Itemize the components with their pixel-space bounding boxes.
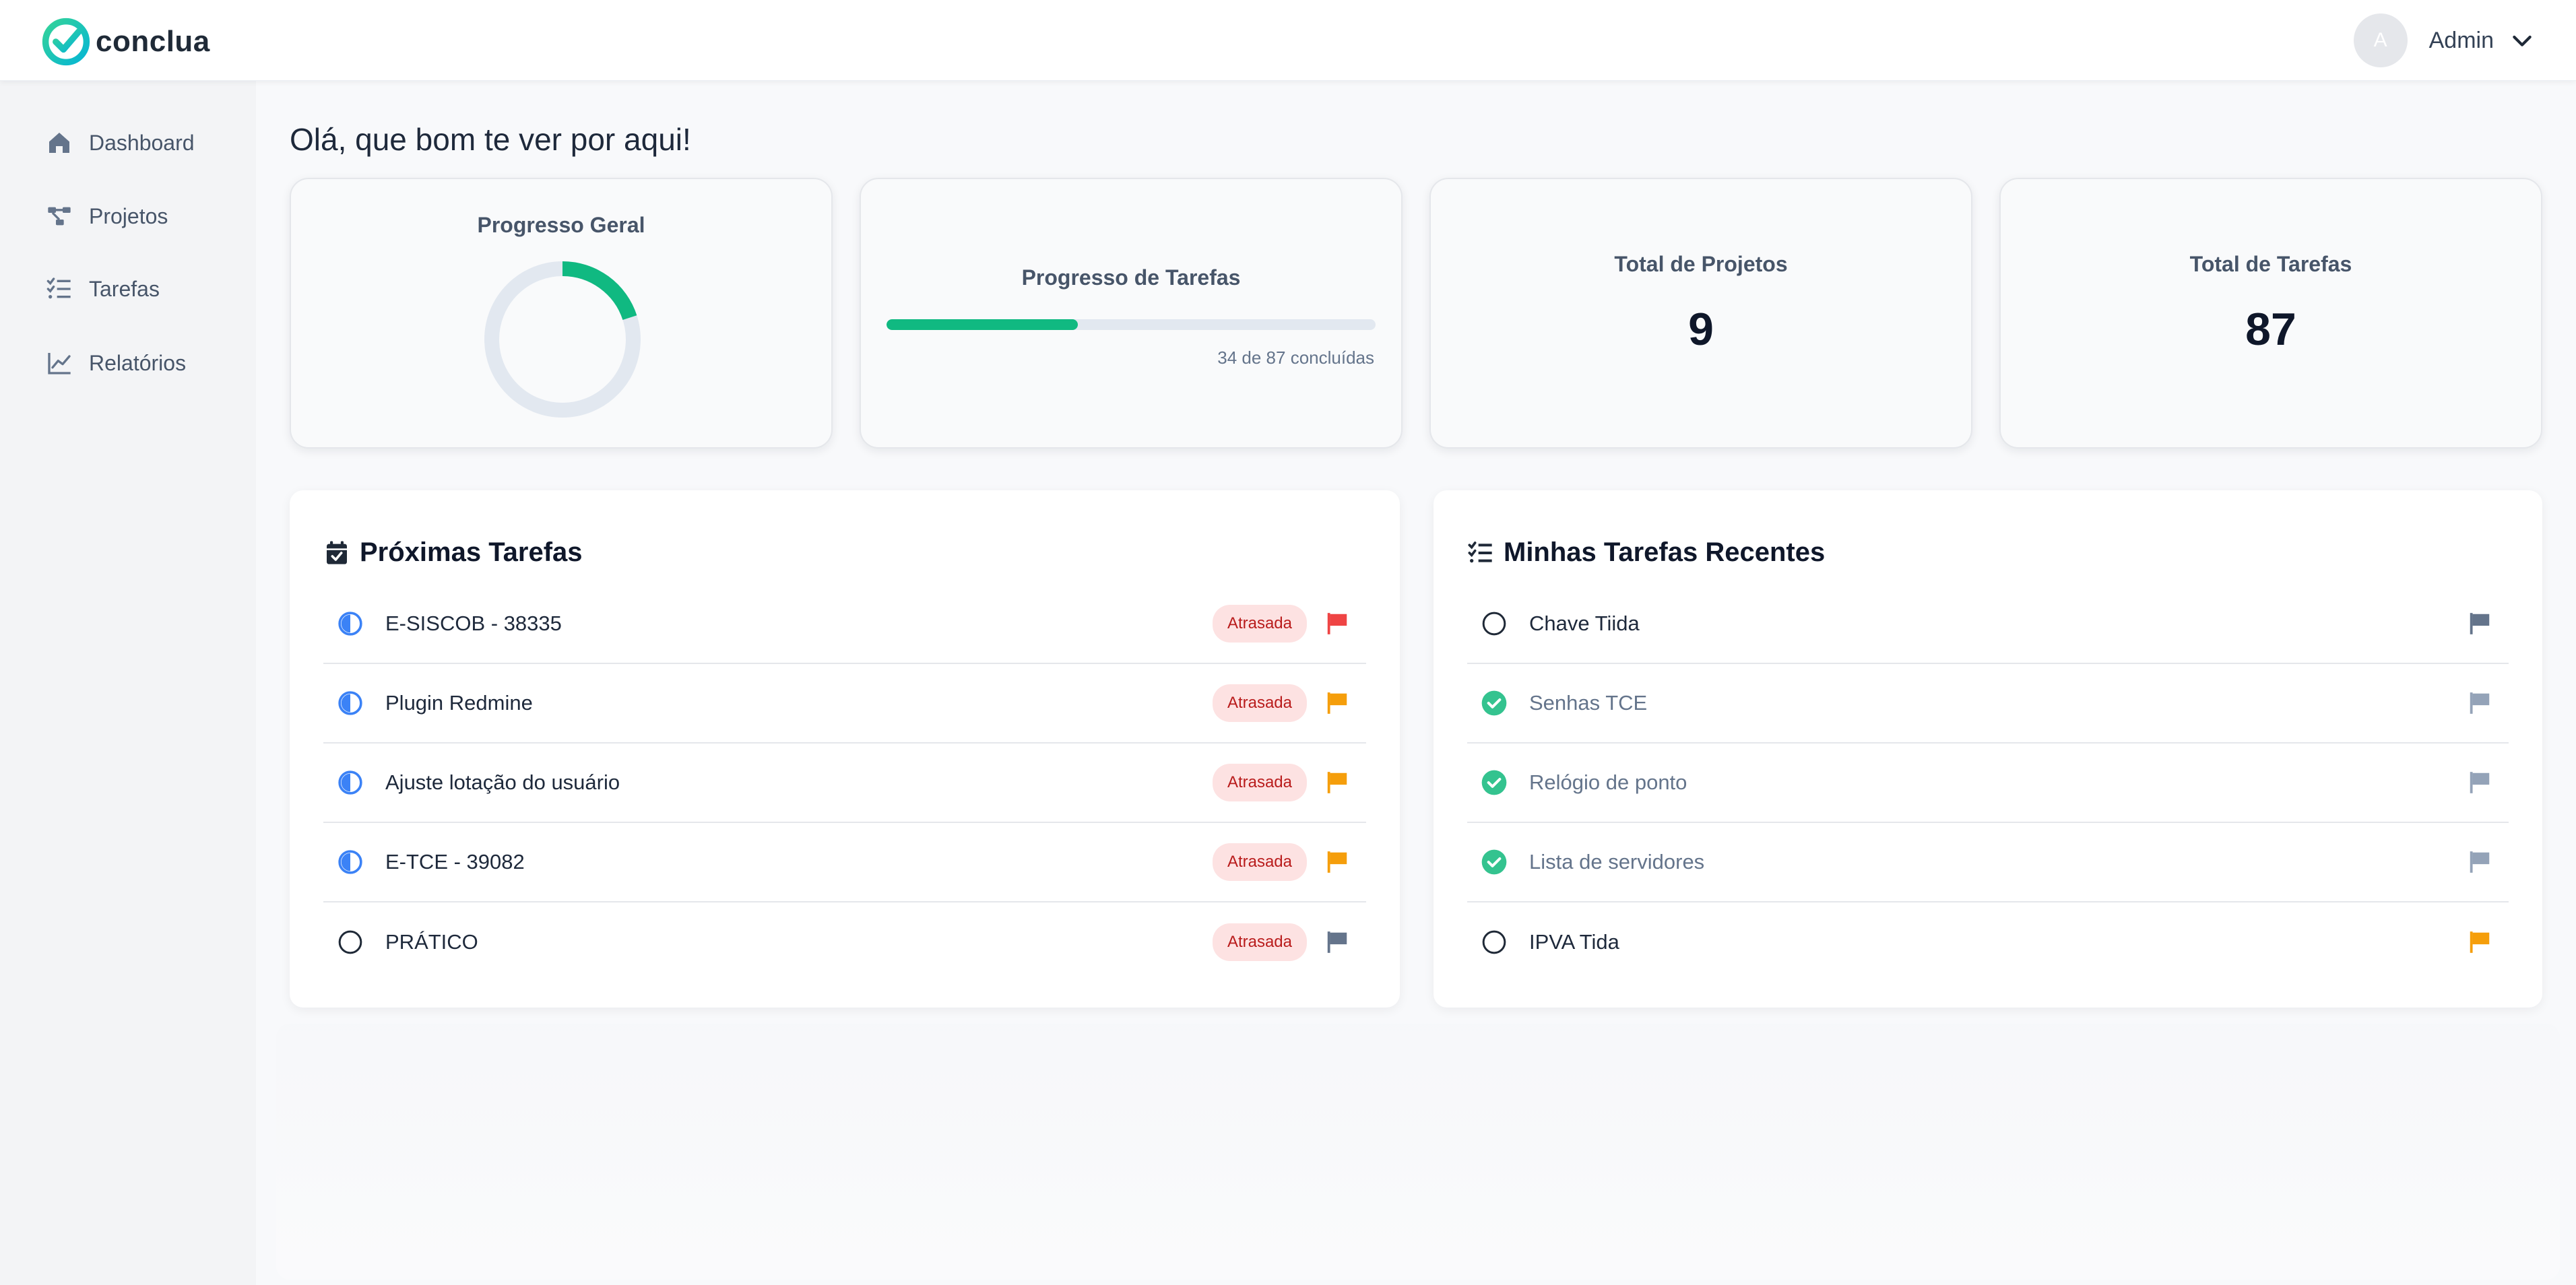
card-title: Total de Projetos (1614, 252, 1788, 276)
project-tree-icon (48, 207, 71, 226)
chevron-down-icon[interactable] (2509, 27, 2536, 54)
half-circle-status-icon[interactable] (337, 610, 364, 637)
card-title: Progresso Geral (477, 213, 645, 237)
user-menu[interactable]: A Admin (2353, 13, 2536, 67)
total-projects-value: 9 (1688, 304, 1714, 355)
check-circle-status-icon[interactable] (1481, 690, 1508, 717)
check-circle-status-icon[interactable] (1481, 849, 1508, 876)
task-label[interactable]: Plugin Redmine (385, 691, 1213, 715)
task-label[interactable]: Ajuste lotação do usuário (385, 770, 1213, 795)
line-chart-icon (48, 353, 71, 374)
progress-ring (484, 261, 641, 418)
panel-header: Próximas Tarefas (323, 537, 583, 568)
task-row[interactable]: E-TCE - 39082 Atrasada (323, 823, 1366, 902)
total-tasks-card: Total de Tarefas 87 (1999, 178, 2542, 449)
card-title: Total de Tarefas (2189, 252, 2352, 276)
list-check-icon (1468, 541, 1492, 562)
upcoming-tasks-panel: Próximas Tarefas E-SISCOB - 38335 Atrasad… (290, 490, 1400, 1008)
progress-count: 34 de 87 concluídas (1217, 348, 1374, 368)
half-circle-status-icon[interactable] (337, 849, 364, 876)
sidebar-item-label: Dashboard (89, 130, 195, 155)
flag-icon[interactable] (2467, 611, 2492, 636)
flag-icon[interactable] (1324, 929, 1350, 955)
task-row[interactable]: Plugin Redmine Atrasada (323, 664, 1366, 744)
empty-circle-status-icon[interactable] (1481, 929, 1508, 956)
sidebar-item-relatorios[interactable]: Relatórios (46, 343, 186, 383)
task-label[interactable]: Lista de servidores (1529, 850, 2467, 874)
task-label[interactable]: PRÁTICO (385, 930, 1213, 954)
flag-icon[interactable] (2467, 849, 2492, 875)
half-circle-status-icon[interactable] (337, 690, 364, 717)
task-label[interactable]: IPVA Tida (1529, 930, 2467, 954)
flag-icon[interactable] (2467, 929, 2492, 955)
task-progress-fill (887, 319, 1078, 330)
check-circle-icon (42, 18, 90, 66)
task-progress-card: Progresso de Tarefas 34 de 87 concluídas (860, 178, 1403, 449)
total-projects-card: Total de Projetos 9 (1429, 178, 1972, 449)
user-name[interactable]: Admin (2429, 28, 2494, 54)
task-label[interactable]: E-TCE - 39082 (385, 850, 1213, 874)
sidebar-item-label: Tarefas (89, 276, 160, 301)
task-row[interactable]: Senhas TCE (1467, 664, 2509, 744)
overall-progress-card: Progresso Geral (290, 178, 833, 449)
panel-title: Próximas Tarefas (360, 537, 583, 567)
calendar-check-icon (327, 541, 347, 564)
flag-icon[interactable] (1324, 611, 1350, 636)
flag-icon[interactable] (1324, 770, 1350, 795)
overdue-badge: Atrasada (1212, 684, 1307, 722)
overdue-badge: Atrasada (1212, 764, 1307, 801)
empty-circle-status-icon[interactable] (337, 929, 364, 956)
empty-circle-status-icon[interactable] (1481, 610, 1508, 637)
overdue-badge: Atrasada (1212, 923, 1307, 961)
sidebar-item-projetos[interactable]: Projetos (46, 196, 168, 236)
page-title: Olá, que bom te ver por aqui! (290, 122, 691, 157)
card-title: Progresso de Tarefas (1021, 265, 1241, 290)
task-label[interactable]: Relógio de ponto (1529, 770, 2467, 795)
task-row[interactable]: Lista de servidores (1467, 823, 2509, 902)
check-circle-status-icon[interactable] (1481, 769, 1508, 796)
task-row[interactable]: PRÁTICO Atrasada (323, 902, 1366, 982)
flag-icon[interactable] (1324, 690, 1350, 716)
panel-title: Minhas Tarefas Recentes (1504, 537, 1826, 567)
task-progress-bar (887, 319, 1376, 330)
top-bar: conclua A Admin (0, 0, 2576, 81)
task-row[interactable]: Chave Tiida (1467, 585, 2509, 664)
avatar[interactable]: A (2353, 13, 2408, 67)
task-row[interactable]: Ajuste lotação do usuário Atrasada (323, 744, 1366, 823)
flag-icon[interactable] (2467, 690, 2492, 716)
home-icon (49, 133, 69, 153)
recent-tasks-panel: Minhas Tarefas Recentes Chave Tiida Senha… (1434, 490, 2542, 1008)
panel-header: Minhas Tarefas Recentes (1467, 537, 1825, 568)
sidebar-item-label: Relatórios (89, 350, 187, 375)
sidebar: Dashboard Projetos Tarefas Relatórios (0, 81, 256, 1285)
sidebar-item-dashboard[interactable]: Dashboard (46, 123, 195, 163)
overdue-badge: Atrasada (1212, 605, 1307, 642)
overdue-badge: Atrasada (1212, 843, 1307, 881)
task-list-icon (46, 277, 71, 299)
brand-name: conclua (96, 25, 210, 58)
total-tasks-value: 87 (2245, 304, 2296, 355)
task-label[interactable]: E-SISCOB - 38335 (385, 612, 1213, 636)
sidebar-item-label: Projetos (89, 203, 168, 228)
brand-logo[interactable]: conclua (40, 16, 210, 67)
task-row[interactable]: IPVA Tida (1467, 902, 2509, 982)
task-row[interactable]: E-SISCOB - 38335 Atrasada (323, 585, 1366, 664)
flag-icon[interactable] (1324, 849, 1350, 875)
flag-icon[interactable] (2467, 770, 2492, 795)
sidebar-item-tarefas[interactable]: Tarefas (46, 269, 160, 309)
task-label[interactable]: Chave Tiida (1529, 612, 2467, 636)
half-circle-status-icon[interactable] (337, 769, 364, 796)
task-row[interactable]: Relógio de ponto (1467, 744, 2509, 823)
task-label[interactable]: Senhas TCE (1529, 691, 2467, 715)
background-decoration (276, 1024, 2560, 1280)
